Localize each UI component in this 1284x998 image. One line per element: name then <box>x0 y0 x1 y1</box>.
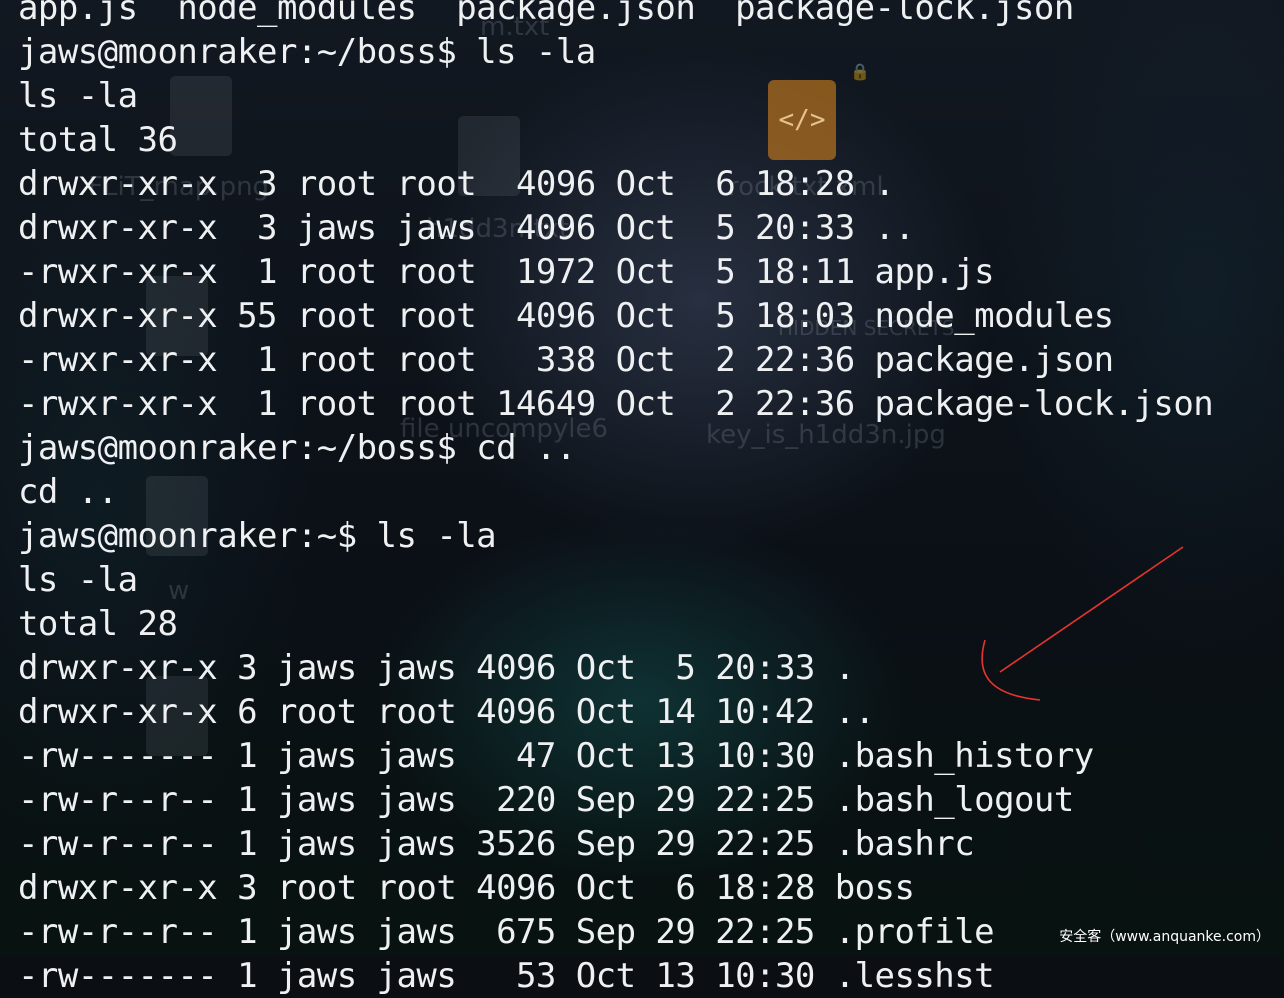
terminal-line: -rw------- 1 jaws jaws 53 Oct 13 10:30 .… <box>18 956 995 996</box>
watermark: 安全客（www.anquanke.com） <box>1059 929 1270 945</box>
red-annotation-arrow <box>981 546 1184 701</box>
